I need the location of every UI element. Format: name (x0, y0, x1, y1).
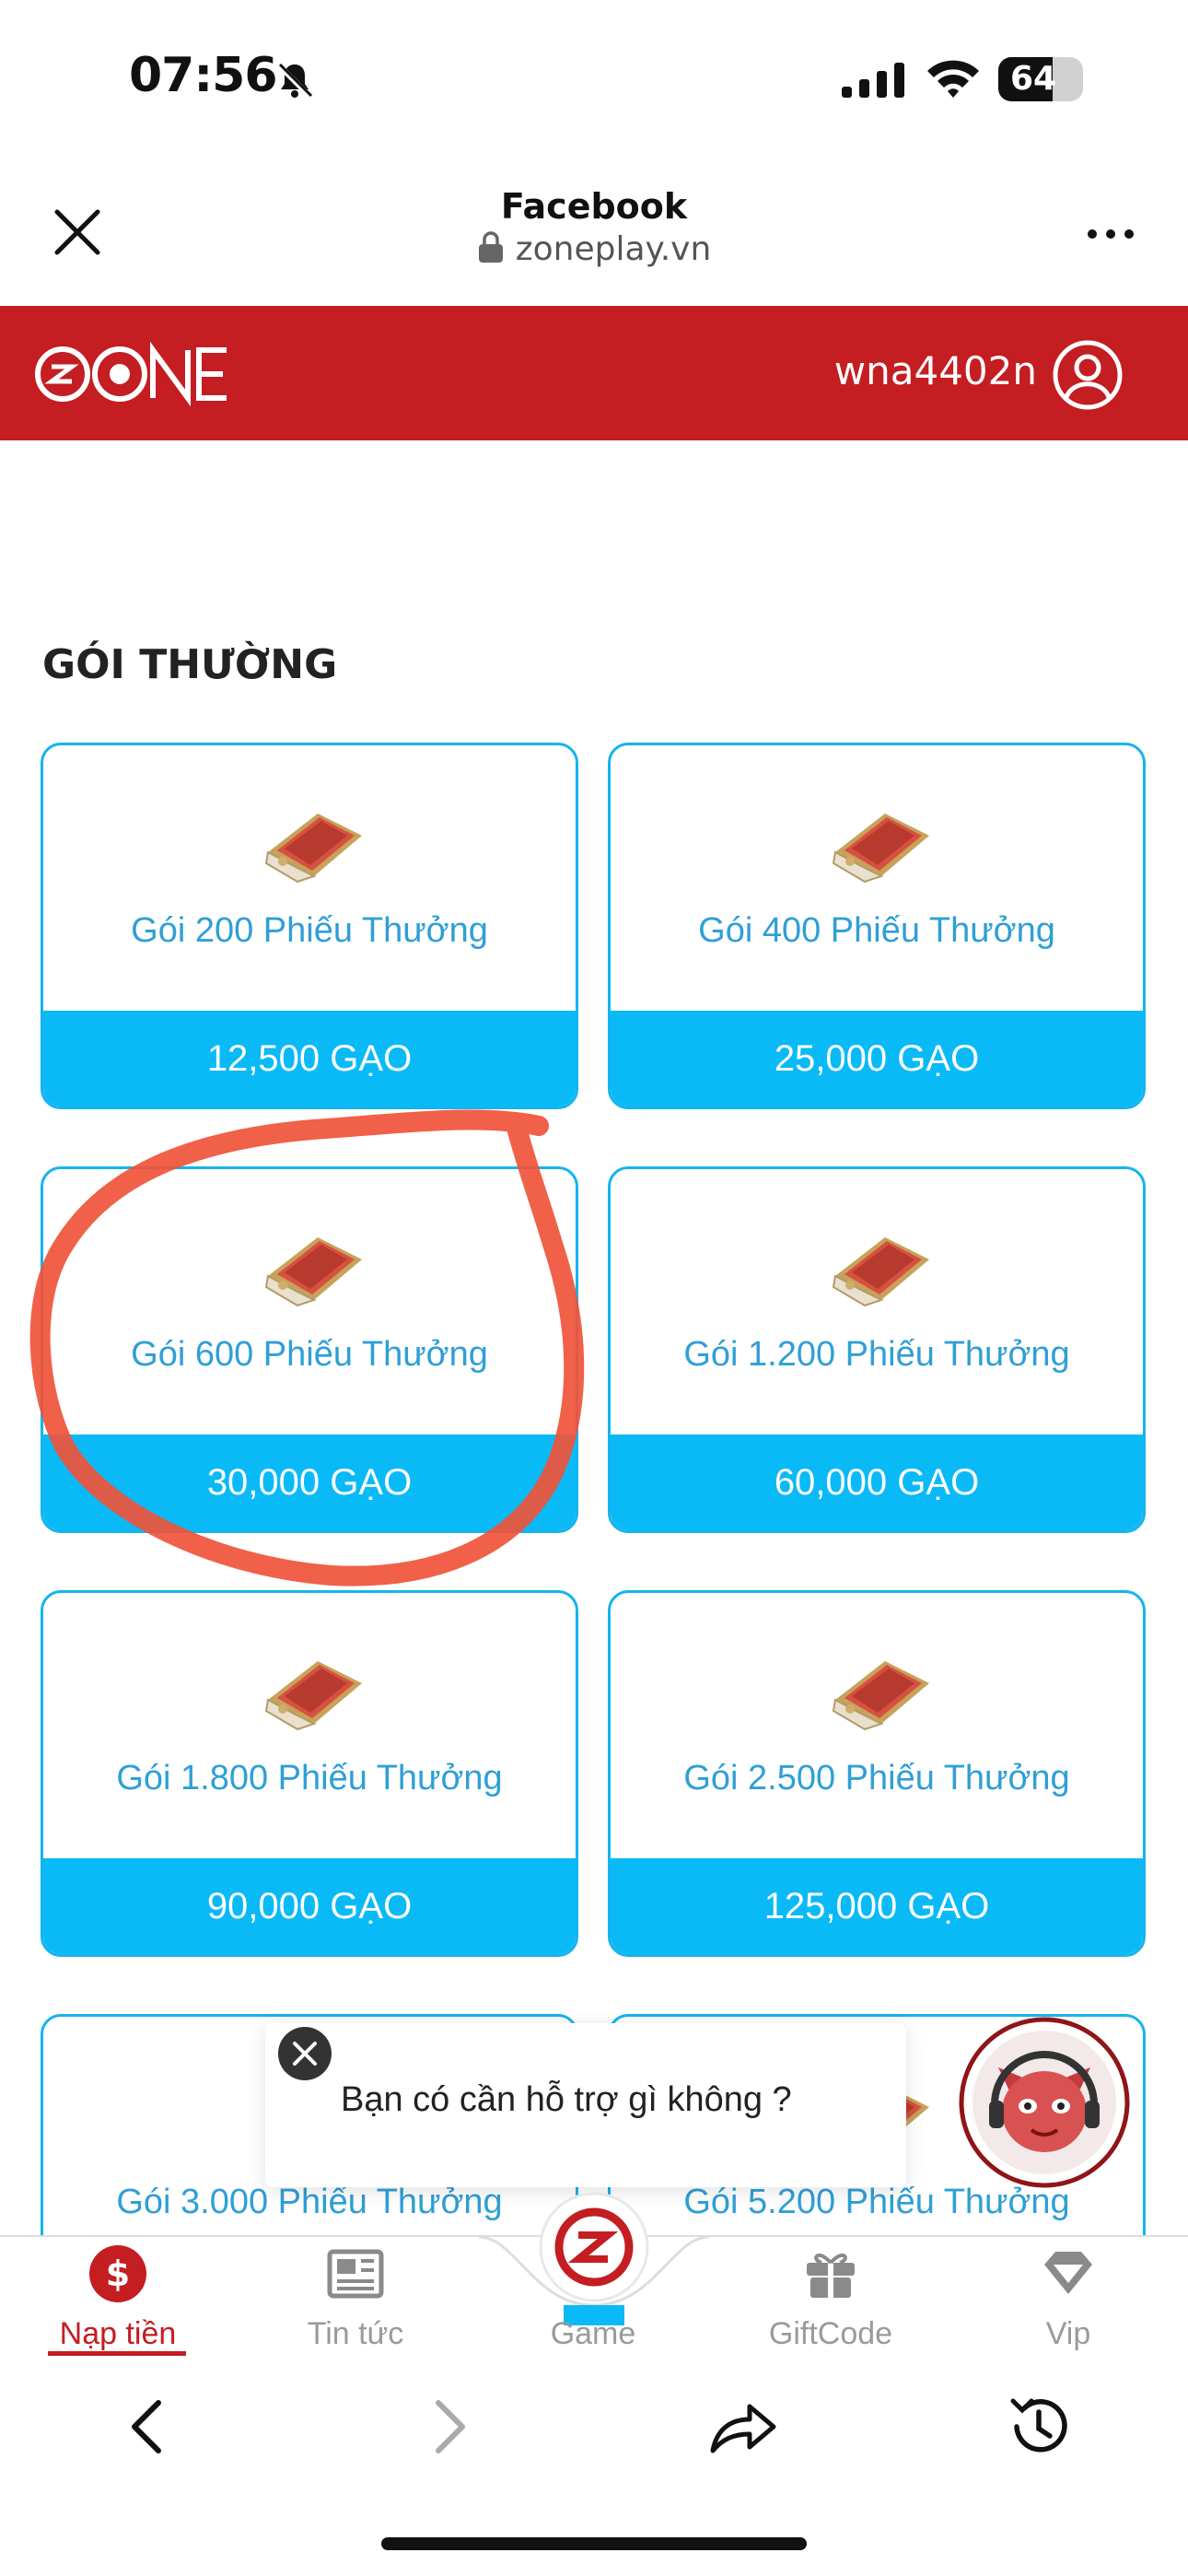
battery-icon: 64 (998, 57, 1083, 101)
tab-vip[interactable]: Vip (976, 2239, 1160, 2364)
url-text: zoneplay.vn (515, 230, 712, 268)
battery-percent: 64 (1009, 60, 1057, 98)
package-price-button[interactable]: 12,500 GẠO (43, 1011, 576, 1107)
package-title: Gói 1.800 Phiếu Thưởng (116, 1759, 503, 1797)
browser-title: Facebook (500, 186, 688, 227)
package-card[interactable]: Gói 600 Phiếu Thưởng 30,000 GẠO (41, 1166, 578, 1533)
status-bar: 07:56 64 (0, 0, 1188, 157)
support-chat-message: Bạn có cần hỗ trợ gì không ? (341, 2080, 792, 2119)
back-icon[interactable] (112, 2390, 186, 2464)
wifi-icon (927, 60, 979, 98)
package-title: Gói 400 Phiếu Thưởng (698, 911, 1055, 950)
user-icon[interactable] (1052, 339, 1124, 411)
active-tab-underline (48, 2351, 186, 2356)
chat-close-icon[interactable] (276, 2025, 333, 2082)
tab-label: Tin tức (307, 2316, 404, 2351)
reward-ticket-icon (828, 1219, 937, 1311)
package-price-button[interactable]: 60,000 GẠO (611, 1434, 1143, 1530)
reward-ticket-icon (828, 795, 937, 887)
zone-logo-icon[interactable] (538, 2191, 650, 2303)
signal-icon (842, 63, 904, 98)
lock-icon (478, 231, 503, 263)
tab-giftcode[interactable]: GiftCode (739, 2239, 923, 2364)
username[interactable]: wna4402n (829, 348, 1037, 393)
package-title: Gói 200 Phiếu Thưởng (131, 911, 488, 950)
package-card[interactable]: Gói 2.500 Phiếu Thưởng 125,000 GẠO (608, 1590, 1146, 1957)
package-title: Gói 2.500 Phiếu Thưởng (683, 1759, 1070, 1797)
package-price-button[interactable]: 25,000 GẠO (611, 1011, 1143, 1107)
support-mascot-avatar[interactable] (958, 2016, 1131, 2189)
status-time: 07:56 (129, 48, 278, 103)
svg-text:$: $ (106, 2254, 130, 2294)
package-card[interactable]: Gói 1.200 Phiếu Thưởng 60,000 GẠO (608, 1166, 1146, 1533)
package-card[interactable]: Gói 400 Phiếu Thưởng 25,000 GẠO (608, 743, 1146, 1109)
support-chat-bubble[interactable]: Bạn có cần hỗ trợ gì không ? (265, 2023, 906, 2187)
package-title: Gói 1.200 Phiếu Thưởng (683, 1335, 1070, 1374)
tab-label: Nạp tiền (59, 2316, 177, 2351)
gift-icon (799, 2242, 862, 2305)
package-card[interactable]: Gói 1.800 Phiếu Thưởng 90,000 GẠO (41, 1590, 578, 1957)
tab-tin-tức[interactable]: Tin tức (263, 2239, 448, 2364)
reward-ticket-icon (261, 1219, 369, 1311)
package-title: Gói 600 Phiếu Thưởng (131, 1335, 488, 1374)
home-indicator (381, 2537, 807, 2550)
reward-ticket-icon (261, 795, 369, 887)
tab-label: Game (550, 2316, 636, 2351)
tab-nạp-tiền[interactable]: $ Nạp tiền (26, 2239, 210, 2364)
dollar-icon: $ (87, 2242, 149, 2305)
tab-label: Vip (1045, 2316, 1091, 2351)
reward-ticket-icon (261, 1643, 369, 1735)
bell-slash-icon (275, 62, 314, 100)
history-icon[interactable] (1002, 2390, 1076, 2464)
share-icon[interactable] (705, 2390, 779, 2464)
browser-url[interactable]: zoneplay.vn (0, 230, 1188, 268)
more-icon[interactable] (1085, 217, 1136, 251)
forward-icon[interactable] (411, 2390, 484, 2464)
battery-cap (1076, 72, 1083, 87)
diamond-icon (1037, 2242, 1100, 2305)
package-price-button[interactable]: 90,000 GẠO (43, 1858, 576, 1954)
package-price-button[interactable]: 30,000 GẠO (43, 1434, 576, 1530)
package-price-button[interactable]: 125,000 GẠO (611, 1858, 1143, 1954)
section-title: GÓI THƯỜNG (42, 641, 338, 688)
reward-ticket-icon (828, 1643, 937, 1735)
package-card[interactable]: Gói 200 Phiếu Thưởng 12,500 GẠO (41, 743, 578, 1109)
zone-logo[interactable] (31, 339, 234, 409)
tab-label: GiftCode (768, 2316, 893, 2351)
news-icon (324, 2242, 387, 2305)
